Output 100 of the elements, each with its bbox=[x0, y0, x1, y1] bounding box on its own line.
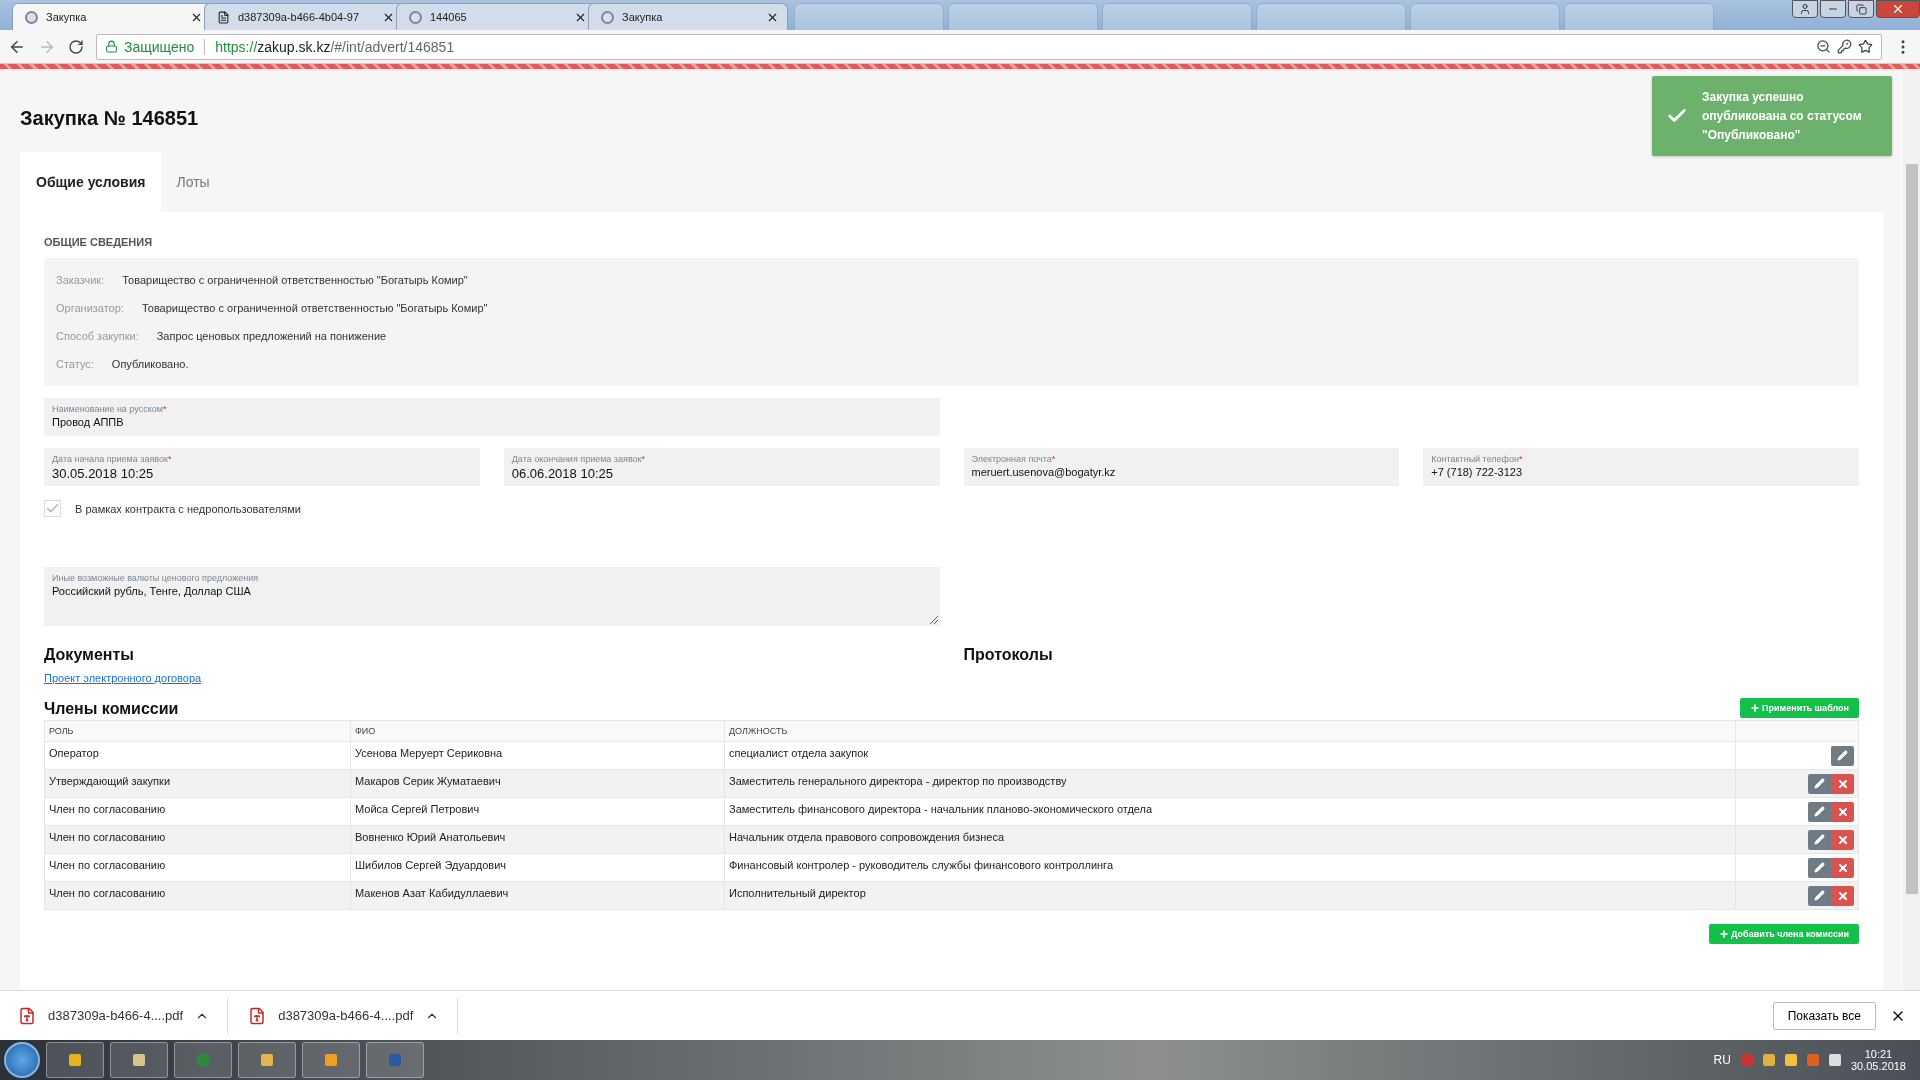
resize-icon[interactable] bbox=[929, 616, 938, 624]
url-text: https://zakup.sk.kz/#/int/advert/146851 bbox=[215, 38, 455, 55]
input-field[interactable]: Дата окончания приема заявок* 06.06.2018 10:25 bbox=[503, 448, 940, 486]
tray-icon[interactable] bbox=[1762, 1054, 1775, 1066]
section-heading: ОБЩИЕ СВЕДЕНИЯ bbox=[44, 236, 154, 248]
pencil-icon bbox=[1814, 862, 1825, 873]
page-tab[interactable]: Общие условия bbox=[20, 152, 161, 212]
download-item[interactable]: d387309a-b466-4....pdf bbox=[244, 997, 459, 1034]
page-tab[interactable]: Лоты bbox=[160, 152, 225, 212]
info-value: Опубликовано. bbox=[111, 358, 189, 370]
table-cell: Начальник отдела правового сопровождения бизнеса bbox=[724, 825, 1736, 854]
user-icon bbox=[1799, 3, 1811, 15]
download-item[interactable]: d387309a-b466-4....pdf bbox=[14, 997, 229, 1034]
show-all-button[interactable]: Показать все bbox=[1772, 1001, 1876, 1030]
field-value: 30.05.2018 10:25 bbox=[52, 466, 155, 481]
info-value: Товарищество с ограниченной ответственностью "Богатырь Комир" bbox=[141, 302, 488, 314]
taskbar-app[interactable] bbox=[302, 1042, 360, 1078]
table-cell: Член по согласованию bbox=[44, 853, 351, 882]
table-cell: Макаров Серик Жуматаевич bbox=[350, 769, 725, 798]
restore-icon bbox=[1855, 3, 1867, 15]
field-label: Наименование на русском* bbox=[52, 404, 168, 414]
table-cell: Член по согласованию bbox=[44, 797, 351, 826]
edit-button[interactable] bbox=[1831, 745, 1854, 766]
edit-button[interactable] bbox=[1808, 801, 1831, 822]
taskbar-app[interactable] bbox=[110, 1042, 168, 1078]
checkbox-label: В рамках контракта с недропользователями bbox=[75, 502, 301, 515]
restore-button[interactable] bbox=[1848, 0, 1874, 18]
protocols-heading: Протоколы bbox=[963, 646, 1054, 664]
table-cell: Оператор bbox=[44, 741, 351, 770]
delete-icon bbox=[1836, 777, 1849, 790]
pencil-icon bbox=[1814, 890, 1825, 901]
close-button[interactable] bbox=[1876, 0, 1920, 18]
info-label: Организатор: bbox=[56, 302, 124, 314]
info-label: Способ закупки: bbox=[56, 330, 139, 342]
delete-button[interactable] bbox=[1831, 773, 1854, 794]
profile-button[interactable] bbox=[1792, 0, 1818, 18]
secure-label: Защищено bbox=[124, 38, 195, 55]
currency-textarea[interactable]: Иные возможные валюты ценового предложения Российский рубль, Тенге, Доллар США bbox=[44, 567, 940, 626]
pdf-icon bbox=[18, 1006, 36, 1025]
column-header: ФИО bbox=[350, 720, 725, 742]
browser-tab[interactable]: Закупка bbox=[588, 3, 788, 30]
address-bar[interactable]: Защищено https://zakup.sk.kz/#/int/advert/146851 bbox=[96, 33, 1882, 60]
plus-icon bbox=[1750, 703, 1761, 713]
site-icon bbox=[601, 10, 614, 24]
field-value: +7 (718) 722-3123 bbox=[1431, 466, 1524, 478]
document-icon bbox=[217, 10, 230, 24]
name-field[interactable]: Наименование на русском* Провод АППВ bbox=[44, 398, 940, 436]
scrollbar[interactable] bbox=[1903, 69, 1920, 990]
pencil-icon bbox=[1814, 778, 1825, 789]
edit-button[interactable] bbox=[1808, 829, 1831, 850]
field-label: Контактный телефон* bbox=[1431, 454, 1524, 464]
taskbar-app[interactable] bbox=[238, 1042, 296, 1078]
close-icon bbox=[1891, 2, 1905, 16]
table-cell: Член по согласованию bbox=[44, 881, 351, 910]
page-title: Закупка № 146851 bbox=[20, 107, 199, 130]
input-field[interactable]: Электронная почта* meruert.usenova@bogatyr.kz bbox=[963, 448, 1400, 486]
language-indicator[interactable]: RU bbox=[1713, 1053, 1731, 1067]
taskbar-app[interactable] bbox=[366, 1042, 424, 1078]
delete-icon bbox=[1836, 861, 1849, 874]
column-header: РОЛЬ bbox=[44, 720, 351, 742]
minimize-button[interactable] bbox=[1820, 0, 1846, 18]
table-cell: Вовненко Юрий Анатольевич bbox=[350, 825, 725, 854]
site-icon bbox=[409, 10, 422, 24]
site-icon bbox=[25, 10, 38, 24]
edit-button[interactable] bbox=[1808, 857, 1831, 878]
delete-icon bbox=[1836, 805, 1849, 818]
tray-icon[interactable] bbox=[1828, 1054, 1841, 1066]
star-icon[interactable] bbox=[1858, 39, 1873, 54]
edit-button[interactable] bbox=[1808, 773, 1831, 794]
plus-icon bbox=[1719, 929, 1730, 939]
start-button[interactable] bbox=[4, 1042, 40, 1078]
tray-icon[interactable] bbox=[1784, 1054, 1797, 1066]
table-cell: Мойса Сергей Петрович bbox=[350, 797, 725, 826]
toast-message: Закупка успешно опубликована со статусом "Опубликовано" bbox=[1702, 88, 1863, 144]
input-field[interactable]: Дата начала приема заявок* 30.05.2018 10:25 bbox=[44, 448, 480, 486]
edit-button[interactable] bbox=[1808, 885, 1831, 906]
delete-icon bbox=[1836, 833, 1849, 846]
table-cell: Макенов Азат Кабидуллаевич bbox=[350, 881, 725, 910]
lock-icon bbox=[105, 40, 118, 53]
key-icon[interactable] bbox=[1837, 39, 1852, 54]
info-label: Заказчик: bbox=[56, 274, 105, 286]
document-link[interactable]: Проект электронного договора bbox=[44, 672, 940, 684]
table-cell: Утверждающий закупки bbox=[44, 769, 351, 798]
info-value: Запрос ценовых предложений на понижение bbox=[156, 330, 387, 342]
delete-button[interactable] bbox=[1831, 885, 1854, 906]
field-value: Провод АППВ bbox=[52, 416, 125, 428]
pdf-icon bbox=[248, 1006, 267, 1025]
info-value: Товарищество с ограниченной ответственностью "Богатырь Комир" bbox=[122, 274, 468, 286]
delete-button[interactable] bbox=[1831, 829, 1854, 850]
zoom-icon[interactable] bbox=[1816, 39, 1831, 54]
field-label: Дата начала приема заявок* bbox=[52, 454, 173, 464]
delete-button[interactable] bbox=[1831, 857, 1854, 878]
taskbar-app[interactable] bbox=[46, 1042, 104, 1078]
reload-icon[interactable] bbox=[68, 38, 84, 55]
table-cell: Шибилов Сергей Эдуардович bbox=[350, 853, 725, 882]
taskbar-app[interactable] bbox=[174, 1042, 232, 1078]
delete-button[interactable] bbox=[1831, 801, 1854, 822]
table-cell: Заместитель генерального директора - директор по производству bbox=[724, 769, 1736, 798]
clock[interactable]: 10:21 30.05.2018 bbox=[1850, 1048, 1906, 1072]
input-field[interactable]: Контактный телефон* +7 (718) 722-3123 bbox=[1423, 448, 1859, 486]
